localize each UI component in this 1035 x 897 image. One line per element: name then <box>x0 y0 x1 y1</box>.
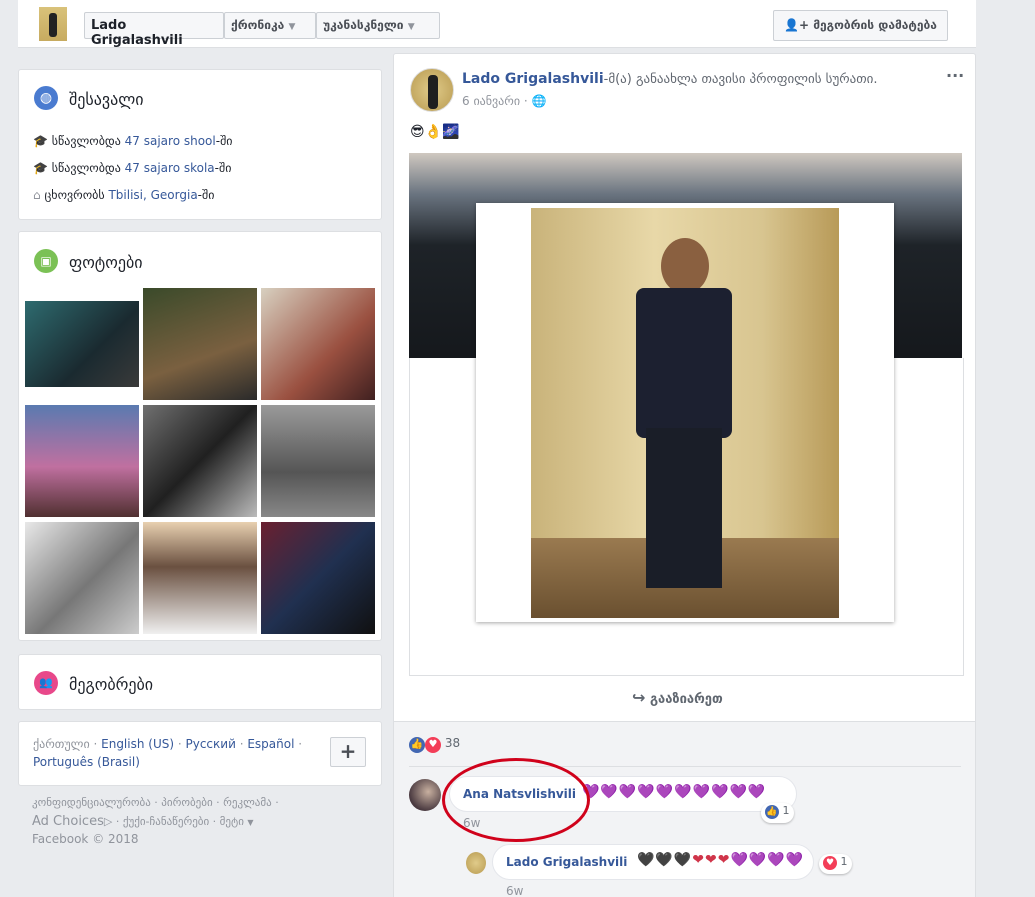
add-friend-label: მეგობრის დამატება <box>813 18 937 32</box>
profile-photo-image <box>531 208 839 618</box>
globe-icon: 🌐 <box>531 94 547 108</box>
post-options-button[interactable]: ··· <box>946 66 964 85</box>
language-link[interactable]: English (US) <box>101 737 174 751</box>
comment-text: 💜💜💜💜💜💜💜💜💜💜 <box>582 784 767 800</box>
reply-text: 🖤🖤🖤❤❤❤💜💜💜💜 <box>637 852 805 868</box>
friends-card: 👥 მეგობრები <box>18 654 382 710</box>
profile-picture[interactable] <box>476 203 894 622</box>
intro-item: 🎓 სწავლობდა 47 sajaro skola-ში <box>33 161 232 175</box>
photo-thumbnail[interactable] <box>261 288 375 400</box>
photo-thumbnail[interactable] <box>143 522 257 634</box>
friends-icon: 👥 <box>34 671 58 695</box>
caret-down-icon: ▼ <box>247 818 254 827</box>
copyright: Facebook © 2018 <box>32 832 139 846</box>
comment-reactions[interactable]: 👍 1 <box>761 803 794 823</box>
recent-dropdown[interactable]: უკანასკნელი ▼ <box>316 12 440 39</box>
share-button[interactable]: ↪ გააზიარეთ <box>632 688 723 707</box>
avatar[interactable] <box>39 7 67 41</box>
post-card: Lado Grigalashvili-მ(ა) განაახლა თავისი … <box>393 53 976 897</box>
globe-icon: ◍ <box>34 86 58 110</box>
photo-thumbnail[interactable] <box>25 405 139 517</box>
ad-choices-link[interactable]: Ad Choices <box>32 814 104 829</box>
add-language-button[interactable]: + <box>330 737 366 767</box>
annotation-circle <box>442 758 590 842</box>
post-date[interactable]: 6 იანვარი <box>462 94 520 108</box>
love-icon: ♥ <box>425 737 441 753</box>
profile-name-button[interactable]: Lado Grigalashvili <box>84 12 224 48</box>
graduation-cap-icon: 🎓 <box>33 161 48 175</box>
language-link[interactable]: Русский <box>186 737 236 751</box>
photo-thumbnail[interactable] <box>25 522 139 634</box>
language-list: ქართული · English (US) · Русский · Españ… <box>33 737 303 751</box>
language-current: ქართული <box>33 737 90 751</box>
commenter-avatar[interactable] <box>409 779 441 811</box>
post-meta: 6 იანვარი · 🌐 <box>462 94 547 108</box>
photo-icon: ▣ <box>34 249 58 273</box>
photo-thumbnail[interactable] <box>25 301 139 387</box>
intro-item: 🎓 სწავლობდა 47 sajaro shool-ში <box>33 134 233 148</box>
photo-thumbnail[interactable] <box>261 405 375 517</box>
like-icon: 👍 <box>409 737 425 753</box>
school-link[interactable]: 47 sajaro shool <box>125 134 216 148</box>
photo-thumbnail[interactable] <box>261 522 375 634</box>
photo-thumbnail[interactable] <box>143 288 257 400</box>
photos-card: ▣ ფოტოები <box>18 231 382 641</box>
post-emoji-text: 😎👌🌌 <box>410 124 460 140</box>
reply-avatar[interactable] <box>466 852 486 874</box>
reply-reactions[interactable]: ♥ 1 <box>819 854 852 874</box>
intro-card: ◍ შესავალი 🎓 სწავლობდა 47 sajaro shool-შ… <box>18 69 382 220</box>
timeline-dropdown[interactable]: ქრონიკა ▼ <box>224 12 316 39</box>
language-link[interactable]: Português (Brasil) <box>33 755 140 769</box>
footer-links[interactable]: კონფიდენციალურობა · პირობები · რეკლამა · <box>32 796 279 809</box>
chevron-down-icon: ▼ <box>407 22 415 32</box>
post-action-text: -მ(ა) განაახლა თავისი პროფილის სურათი. <box>603 72 878 87</box>
post-author-link[interactable]: Lado Grigalashvili <box>462 71 604 87</box>
photo-thumbnail[interactable] <box>143 405 257 517</box>
reaction-count: 38 <box>444 736 461 750</box>
post-header: Lado Grigalashvili-მ(ა) განაახლა თავისი … <box>462 71 877 87</box>
timeline-label: ქრონიკა <box>231 18 285 32</box>
footer-more-links[interactable]: · ქუქი-ჩანაწერები · მეტი <box>112 815 244 828</box>
profile-topbar: Lado Grigalashvili ქრონიკა ▼ უკანასკნელი… <box>18 0 976 48</box>
add-friend-button[interactable]: 👤+ მეგობრის დამატება <box>773 10 948 41</box>
intro-title: შესავალი <box>69 90 144 109</box>
recent-label: უკანასკნელი <box>323 18 404 32</box>
chevron-down-icon: ▼ <box>288 22 296 32</box>
add-friend-icon: 👤+ <box>784 18 809 32</box>
photos-title: ფოტოები <box>69 253 143 272</box>
love-icon: ♥ <box>823 856 837 870</box>
post-author-avatar[interactable] <box>410 68 454 112</box>
comments-section: 👍 ♥ 38 Ana Natsvlishvili 💜💜💜💜💜💜💜💜💜💜 👍 1 6… <box>394 721 975 897</box>
languages-card: ქართული · English (US) · Русский · Españ… <box>18 721 382 786</box>
share-icon: ↪ <box>632 688 646 707</box>
friends-title: მეგობრები <box>69 675 154 694</box>
language-link[interactable]: Español <box>247 737 294 751</box>
reply-author-link[interactable]: Lado Grigalashvili <box>506 855 627 869</box>
home-icon: ⌂ <box>33 188 41 202</box>
like-icon: 👍 <box>765 805 779 819</box>
reply-time[interactable]: 6w <box>506 884 523 897</box>
share-label: გააზიარეთ <box>649 692 723 707</box>
reactions-summary[interactable]: 👍 ♥ 38 <box>409 736 460 753</box>
footer-line2: Ad Choices▷ · ქუქი-ჩანაწერები · მეტი ▼ <box>32 814 254 829</box>
intro-item: ⌂ ცხოვრობს Tbilisi, Georgia-ში <box>33 188 215 202</box>
graduation-cap-icon: 🎓 <box>33 134 48 148</box>
school-link[interactable]: 47 sajaro skola <box>125 161 215 175</box>
city-link[interactable]: Tbilisi, Georgia <box>108 188 197 202</box>
